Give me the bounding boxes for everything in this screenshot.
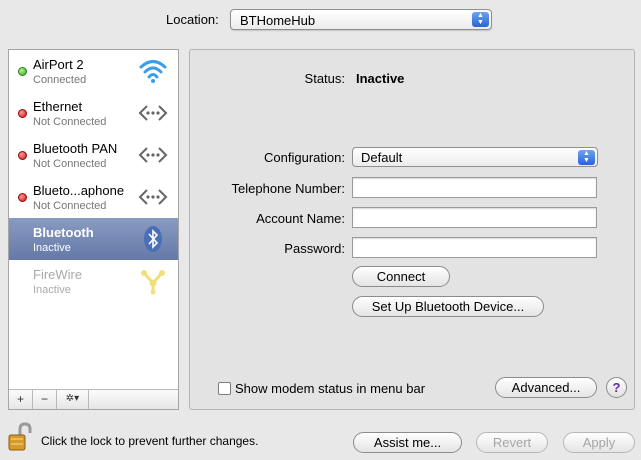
service-list[interactable]: AirPort 2 Connected Ethernet Not Connect… (8, 49, 179, 410)
service-item-bluetooth[interactable]: Bluetooth Inactive (9, 218, 178, 260)
status-value: Inactive (356, 71, 405, 86)
assist-me-button[interactable]: Assist me... (353, 432, 462, 453)
location-value: BTHomeHub (240, 13, 316, 28)
service-name: Ethernet (33, 99, 83, 114)
bluetooth-icon (144, 226, 162, 252)
service-item-bluetooth-dun[interactable]: Blueto...aphone Not Connected (9, 176, 178, 218)
remove-service-button[interactable]: − (33, 390, 57, 409)
wifi-icon (139, 60, 167, 83)
ethernet-icon (138, 105, 168, 121)
service-item-bluetooth-pan[interactable]: Bluetooth PAN Not Connected (9, 134, 178, 176)
modem-status-checkbox[interactable] (218, 382, 231, 395)
service-item-airport[interactable]: AirPort 2 Connected (9, 50, 178, 92)
help-button[interactable]: ? (606, 377, 627, 398)
lock-text: Click the lock to prevent further change… (41, 434, 259, 448)
lock-icon[interactable] (8, 422, 32, 452)
service-status: Not Connected (33, 158, 107, 170)
status-indicator-red (18, 193, 27, 202)
ethernet-icon (138, 189, 168, 205)
apply-button[interactable]: Apply (563, 432, 635, 453)
setup-bluetooth-button[interactable]: Set Up Bluetooth Device... (352, 296, 544, 317)
modem-status-label: Show modem status in menu bar (235, 381, 426, 396)
service-name: FireWire (33, 267, 83, 282)
service-status: Connected (33, 74, 87, 86)
configuration-label: Configuration: (264, 150, 345, 165)
advanced-button[interactable]: Advanced... (495, 377, 597, 398)
add-service-button[interactable]: + (9, 390, 33, 409)
detail-panel: Status: Inactive Configuration: Default … (189, 49, 635, 410)
service-item-firewire[interactable]: FireWire Inactive (9, 260, 178, 302)
service-status: Inactive (33, 242, 71, 254)
connect-button[interactable]: Connect (352, 266, 450, 287)
status-indicator-red (18, 109, 27, 118)
account-name-label: Account Name: (256, 211, 345, 226)
status-indicator-green (18, 67, 27, 76)
service-name: Bluetooth PAN (33, 141, 118, 156)
action-menu-button[interactable]: ✲▾ (57, 390, 89, 409)
location-select[interactable]: BTHomeHub ▲ ▼ (230, 9, 492, 30)
configuration-value: Default (361, 150, 403, 165)
service-name: Blueto...aphone (33, 183, 125, 198)
telephone-label: Telephone Number: (231, 181, 345, 196)
popup-arrows-icon: ▲ ▼ (578, 150, 595, 165)
service-status: Not Connected (33, 200, 107, 212)
service-name: Bluetooth (33, 225, 94, 240)
firewire-icon (141, 270, 165, 295)
account-name-field[interactable] (352, 207, 597, 228)
password-field[interactable] (352, 237, 597, 258)
location-label: Location: (166, 12, 219, 27)
status-label: Status: (304, 71, 345, 86)
popup-arrows-icon: ▲ ▼ (472, 12, 489, 27)
configuration-select[interactable]: Default ▲ ▼ (352, 147, 598, 167)
ethernet-icon (138, 147, 168, 163)
password-label: Password: (284, 241, 345, 256)
service-status: Not Connected (33, 116, 107, 128)
service-name: AirPort 2 (33, 57, 84, 72)
service-status: Inactive (33, 284, 71, 296)
revert-button[interactable]: Revert (476, 432, 548, 453)
service-item-ethernet[interactable]: Ethernet Not Connected (9, 92, 178, 134)
sidebar-toolbar: + − ✲▾ (9, 389, 178, 409)
telephone-field[interactable] (352, 177, 597, 198)
status-indicator-red (18, 151, 27, 160)
